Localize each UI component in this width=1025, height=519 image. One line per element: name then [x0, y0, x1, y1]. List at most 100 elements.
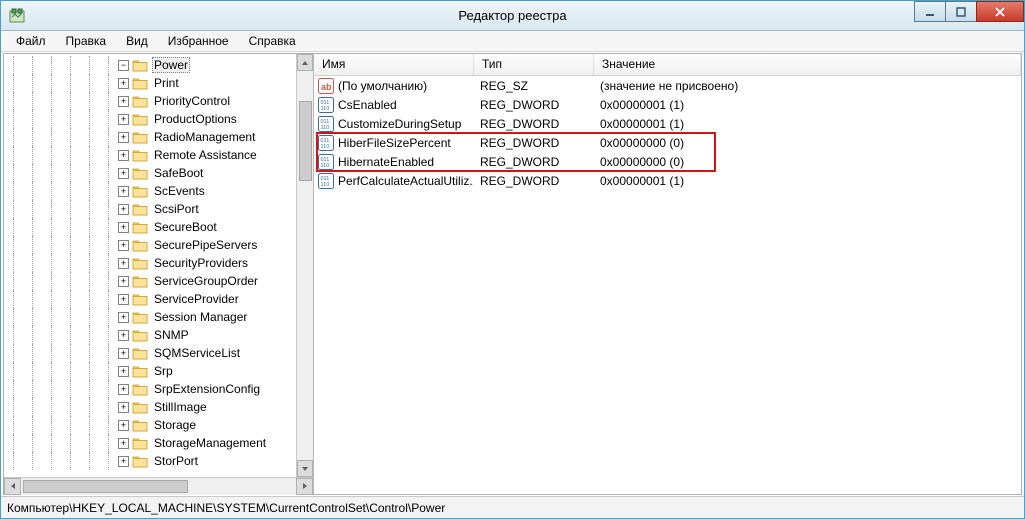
scroll-down-arrow-icon[interactable] [297, 460, 313, 477]
minimize-button[interactable] [914, 1, 946, 22]
column-header-value[interactable]: Значение [594, 54, 1021, 75]
tree-node[interactable]: SNMP [4, 326, 296, 344]
scroll-track[interactable] [297, 71, 313, 460]
value-row[interactable]: (По умолчанию)REG_SZ(значение не присвое… [314, 76, 1021, 95]
tree-expander-icon[interactable] [118, 132, 129, 143]
tree-node[interactable]: Remote Assistance [4, 146, 296, 164]
scroll-up-arrow-icon[interactable] [297, 54, 313, 71]
tree-node[interactable]: RadioManagement [4, 128, 296, 146]
menu-file[interactable]: Файл [7, 32, 55, 50]
value-row[interactable]: CustomizeDuringSetupREG_DWORD0x00000001 … [314, 114, 1021, 133]
tree-expander-icon[interactable] [118, 366, 129, 377]
tree-node-label: SafeBoot [152, 166, 205, 180]
value-name: CsEnabled [338, 98, 397, 112]
tree-node-label: Power [152, 57, 190, 73]
menu-edit[interactable]: Правка [57, 32, 116, 50]
tree-vertical-scrollbar[interactable] [296, 54, 313, 477]
value-data: 0x00000000 (0) [594, 155, 1021, 169]
tree-expander-icon[interactable] [118, 402, 129, 413]
tree-expander-icon[interactable] [118, 114, 129, 125]
tree-node[interactable]: PriorityControl [4, 92, 296, 110]
binary-value-icon [318, 135, 334, 151]
tree-expander-icon[interactable] [118, 258, 129, 269]
tree-node[interactable]: ProductOptions [4, 110, 296, 128]
statusbar: Компьютер\HKEY_LOCAL_MACHINE\SYSTEM\Curr… [1, 496, 1024, 518]
tree-expander-icon[interactable] [118, 330, 129, 341]
tree-node[interactable]: Power [4, 56, 296, 74]
tree-expander-icon[interactable] [118, 420, 129, 431]
tree-expander-icon[interactable] [118, 78, 129, 89]
tree-node[interactable]: ScsiPort [4, 200, 296, 218]
tree-expander-icon[interactable] [118, 222, 129, 233]
column-header-name[interactable]: Имя [314, 54, 474, 75]
tree-node[interactable]: StillImage [4, 398, 296, 416]
tree-node[interactable]: StorPort [4, 452, 296, 470]
tree-node[interactable]: SafeBoot [4, 164, 296, 182]
titlebar[interactable]: Редактор реестра [1, 1, 1024, 31]
tree-expander-icon[interactable] [118, 60, 129, 71]
value-name: CustomizeDuringSetup [338, 117, 461, 131]
tree-expander-icon[interactable] [118, 240, 129, 251]
folder-icon [132, 418, 148, 432]
tree-node-label: StorageManagement [152, 436, 268, 450]
binary-value-icon [318, 154, 334, 170]
value-data: 0x00000000 (0) [594, 136, 1021, 150]
tree-horizontal-scrollbar[interactable] [4, 477, 313, 494]
tree-node[interactable]: ScEvents [4, 182, 296, 200]
tree-node[interactable]: SQMServiceList [4, 344, 296, 362]
menu-favorites[interactable]: Избранное [159, 32, 238, 50]
tree-expander-icon[interactable] [118, 384, 129, 395]
value-type: REG_DWORD [474, 174, 594, 188]
tree-node-label: SecurityProviders [152, 256, 250, 270]
value-row[interactable]: CsEnabledREG_DWORD0x00000001 (1) [314, 95, 1021, 114]
tree-expander-icon[interactable] [118, 168, 129, 179]
tree-node[interactable]: Print [4, 74, 296, 92]
tree-node[interactable]: SecurityProviders [4, 254, 296, 272]
tree-node[interactable]: ServiceGroupOrder [4, 272, 296, 290]
folder-icon [132, 364, 148, 378]
scroll-left-arrow-icon[interactable] [4, 478, 21, 495]
tree-expander-icon[interactable] [118, 312, 129, 323]
window-controls [915, 1, 1024, 22]
value-row[interactable]: HibernateEnabledREG_DWORD0x00000000 (0) [314, 152, 1021, 171]
tree-node[interactable]: SecureBoot [4, 218, 296, 236]
tree-expander-icon[interactable] [118, 294, 129, 305]
tree-node[interactable]: Storage [4, 416, 296, 434]
tree-expander-icon[interactable] [118, 186, 129, 197]
tree-node[interactable]: SrpExtensionConfig [4, 380, 296, 398]
binary-value-icon [318, 116, 334, 132]
tree-node-label: SQMServiceList [152, 346, 242, 360]
scroll-thumb[interactable] [299, 101, 312, 181]
menu-help[interactable]: Справка [240, 32, 305, 50]
tree-expander-icon[interactable] [118, 456, 129, 467]
value-row[interactable]: PerfCalculateActualUtiliz...REG_DWORD0x0… [314, 171, 1021, 190]
tree-node[interactable]: Session Manager [4, 308, 296, 326]
tree-node-label: StillImage [152, 400, 209, 414]
tree-node[interactable]: ServiceProvider [4, 290, 296, 308]
list-body[interactable]: (По умолчанию)REG_SZ(значение не присвое… [314, 76, 1021, 494]
tree-expander-icon[interactable] [118, 204, 129, 215]
scroll-right-arrow-icon[interactable] [296, 478, 313, 495]
scroll-thumb[interactable] [23, 480, 188, 493]
menubar: Файл Правка Вид Избранное Справка [1, 31, 1024, 52]
tree-node[interactable]: Srp [4, 362, 296, 380]
tree-node-label: Srp [152, 364, 175, 378]
values-pane: Имя Тип Значение (По умолчанию)REG_SZ(зн… [314, 54, 1021, 494]
column-header-type[interactable]: Тип [474, 54, 594, 75]
value-row[interactable]: HiberFileSizePercentREG_DWORD0x00000000 … [314, 133, 1021, 152]
menu-view[interactable]: Вид [117, 32, 157, 50]
tree-expander-icon[interactable] [118, 96, 129, 107]
tree-scroll[interactable]: PowerPrintPriorityControlProductOptionsR… [4, 54, 296, 477]
tree-expander-icon[interactable] [118, 348, 129, 359]
tree-expander-icon[interactable] [118, 276, 129, 287]
close-button[interactable] [976, 1, 1024, 22]
scroll-track[interactable] [21, 478, 296, 495]
value-data: 0x00000001 (1) [594, 117, 1021, 131]
tree-node-label: SrpExtensionConfig [152, 382, 262, 396]
tree-node[interactable]: SecurePipeServers [4, 236, 296, 254]
maximize-button[interactable] [945, 1, 977, 22]
tree-expander-icon[interactable] [118, 150, 129, 161]
tree-pane: PowerPrintPriorityControlProductOptionsR… [4, 54, 314, 494]
tree-expander-icon[interactable] [118, 438, 129, 449]
tree-node[interactable]: StorageManagement [4, 434, 296, 452]
